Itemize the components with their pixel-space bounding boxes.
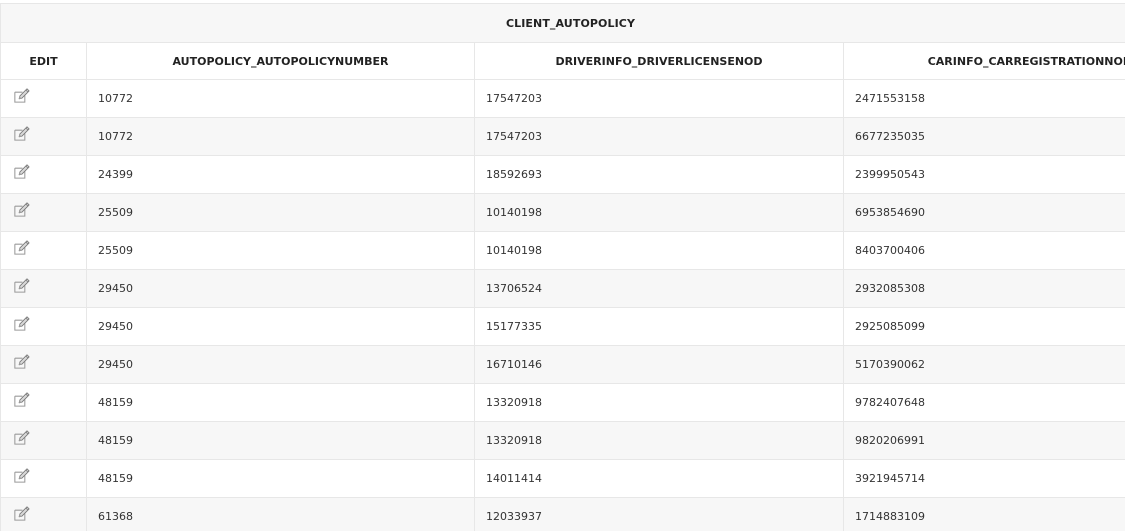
driver-license-cell: 13320918: [474, 421, 844, 460]
car-registration-cell: 6953854690: [843, 193, 1125, 232]
column-header-driver-license[interactable]: DRIVERINFO_DRIVERLICENSENOD: [474, 42, 844, 80]
driver-license-cell: 10140198: [474, 231, 844, 270]
table-row: 10772 17547203 2471553158: [0, 79, 1125, 118]
edit-cell: [0, 307, 87, 346]
policy-number-cell: 24399: [86, 155, 475, 194]
edit-pencil-icon[interactable]: [12, 124, 31, 143]
car-registration-cell: 2932085308: [843, 269, 1125, 308]
car-registration-cell: 9820206991: [843, 421, 1125, 460]
edit-pencil-icon[interactable]: [12, 390, 31, 409]
edit-cell: [0, 269, 87, 308]
car-registration-cell: 3921945714: [843, 459, 1125, 498]
table-row: 10772 17547203 6677235035: [0, 117, 1125, 156]
edit-pencil-icon[interactable]: [12, 466, 31, 485]
edit-pencil-icon[interactable]: [12, 162, 31, 181]
edit-pencil-icon[interactable]: [12, 314, 31, 333]
autopolicy-table: CLIENT_AUTOPOLICY EDIT AUTOPOLICY_AUTOPO…: [0, 3, 1125, 531]
edit-pencil-icon[interactable]: [12, 352, 31, 371]
driver-license-cell: 12033937: [474, 497, 844, 531]
autopolicy-grid-container: CLIENT_AUTOPOLICY EDIT AUTOPOLICY_AUTOPO…: [0, 3, 1125, 531]
driver-license-cell: 16710146: [474, 345, 844, 384]
table-row: 25509 10140198 8403700406: [0, 231, 1125, 270]
edit-cell: [0, 383, 87, 422]
policy-number-cell: 29450: [86, 345, 475, 384]
edit-cell: [0, 155, 87, 194]
table-row: 25509 10140198 6953854690: [0, 193, 1125, 232]
car-registration-cell: 9782407648: [843, 383, 1125, 422]
driver-license-cell: 15177335: [474, 307, 844, 346]
edit-pencil-icon[interactable]: [12, 200, 31, 219]
policy-number-cell: 25509: [86, 193, 475, 232]
driver-license-cell: 13320918: [474, 383, 844, 422]
table-title: CLIENT_AUTOPOLICY: [0, 3, 1125, 43]
driver-license-cell: 13706524: [474, 269, 844, 308]
policy-number-cell: 48159: [86, 421, 475, 460]
policy-number-cell: 61368: [86, 497, 475, 531]
column-header-car-registration[interactable]: CARINFO_CARREGISTRATIONNOD: [843, 42, 1125, 80]
table-row: 61368 12033937 1714883109: [0, 497, 1125, 531]
car-registration-cell: 6677235035: [843, 117, 1125, 156]
edit-pencil-icon[interactable]: [12, 504, 31, 523]
table-header-row: EDIT AUTOPOLICY_AUTOPOLICYNUMBER DRIVERI…: [0, 42, 1125, 80]
table-row: 24399 18592693 2399950543: [0, 155, 1125, 194]
policy-number-cell: 25509: [86, 231, 475, 270]
driver-license-cell: 17547203: [474, 79, 844, 118]
table-row: 29450 13706524 2932085308: [0, 269, 1125, 308]
table-body: 10772 17547203 2471553158 10772 17547203 6677…: [0, 79, 1125, 531]
edit-cell: [0, 421, 87, 460]
table-row: 29450 16710146 5170390062: [0, 345, 1125, 384]
edit-cell: [0, 193, 87, 232]
car-registration-cell: 2925085099: [843, 307, 1125, 346]
column-header-policy-number[interactable]: AUTOPOLICY_AUTOPOLICYNUMBER: [86, 42, 475, 80]
policy-number-cell: 48159: [86, 383, 475, 422]
table-row: 29450 15177335 2925085099: [0, 307, 1125, 346]
policy-number-cell: 10772: [86, 79, 475, 118]
edit-cell: [0, 345, 87, 384]
driver-license-cell: 10140198: [474, 193, 844, 232]
policy-number-cell: 29450: [86, 307, 475, 346]
car-registration-cell: 8403700406: [843, 231, 1125, 270]
driver-license-cell: 14011414: [474, 459, 844, 498]
table-row: 48159 14011414 3921945714: [0, 459, 1125, 498]
column-header-edit[interactable]: EDIT: [0, 42, 87, 80]
edit-pencil-icon[interactable]: [12, 238, 31, 257]
table-title-row: CLIENT_AUTOPOLICY: [0, 3, 1125, 43]
edit-pencil-icon[interactable]: [12, 428, 31, 447]
driver-license-cell: 18592693: [474, 155, 844, 194]
edit-cell: [0, 231, 87, 270]
car-registration-cell: 2399950543: [843, 155, 1125, 194]
edit-cell: [0, 459, 87, 498]
car-registration-cell: 1714883109: [843, 497, 1125, 531]
edit-pencil-icon[interactable]: [12, 276, 31, 295]
edit-cell: [0, 79, 87, 118]
edit-cell: [0, 497, 87, 531]
table-row: 48159 13320918 9782407648: [0, 383, 1125, 422]
policy-number-cell: 10772: [86, 117, 475, 156]
car-registration-cell: 5170390062: [843, 345, 1125, 384]
driver-license-cell: 17547203: [474, 117, 844, 156]
policy-number-cell: 48159: [86, 459, 475, 498]
edit-cell: [0, 117, 87, 156]
policy-number-cell: 29450: [86, 269, 475, 308]
table-row: 48159 13320918 9820206991: [0, 421, 1125, 460]
edit-pencil-icon[interactable]: [12, 86, 31, 105]
car-registration-cell: 2471553158: [843, 79, 1125, 118]
